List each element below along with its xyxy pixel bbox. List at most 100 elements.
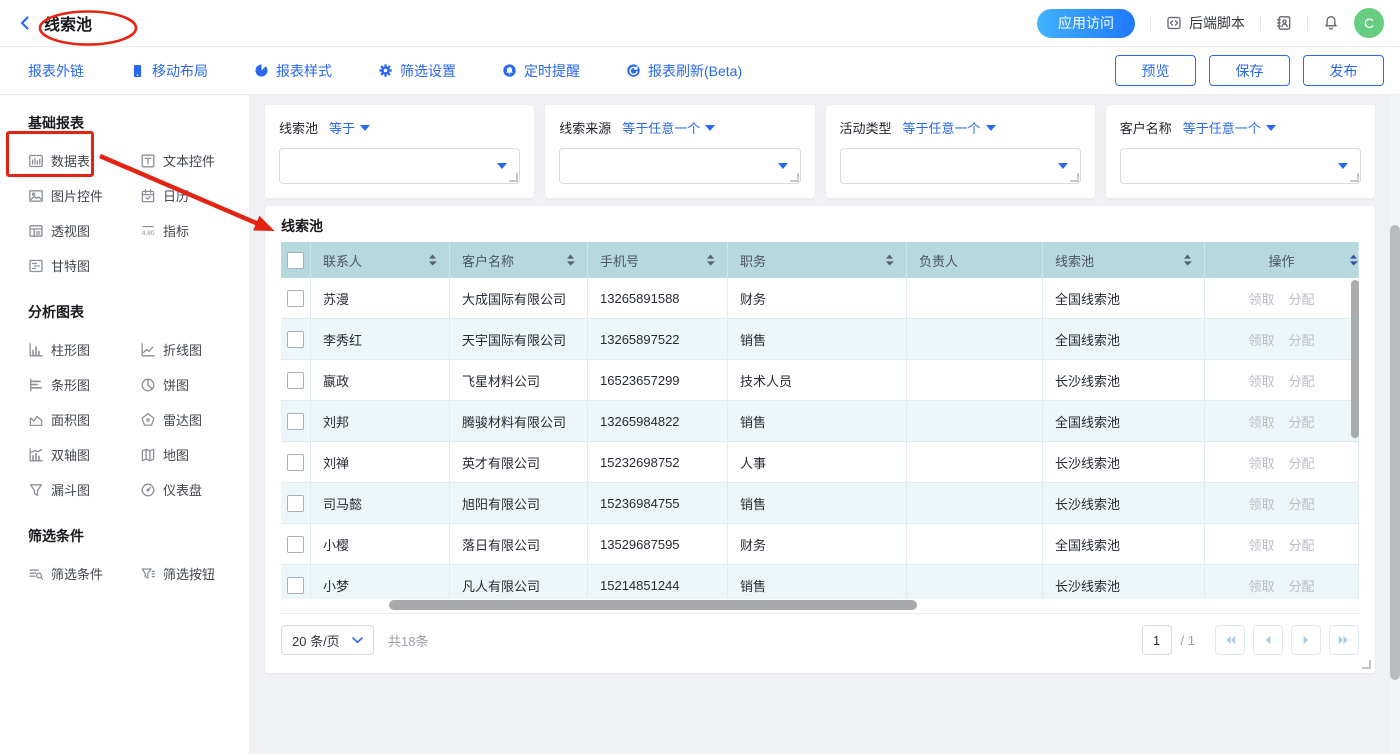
assign-link[interactable]: 分配 <box>1289 453 1315 472</box>
first-page-button[interactable] <box>1215 625 1245 655</box>
row-checkbox[interactable] <box>287 577 304 594</box>
row-checkbox[interactable] <box>287 290 304 307</box>
back-icon[interactable] <box>16 14 34 32</box>
data-table-widget[interactable]: 线索池 联系人客户名称手机号职务负责人线索池操作 苏漫大成国际有限公司13265… <box>265 206 1375 673</box>
sidebar-item-funnel-chart[interactable]: 漏斗图 <box>28 480 140 499</box>
claim-link[interactable]: 领取 <box>1248 535 1274 554</box>
select-all-checkbox[interactable] <box>287 252 304 269</box>
sort-icon[interactable] <box>1183 254 1192 266</box>
claim-link[interactable]: 领取 <box>1248 453 1274 472</box>
filter-value-select[interactable] <box>840 148 1081 184</box>
claim-link[interactable]: 领取 <box>1248 371 1274 390</box>
canvas-scrollbar[interactable] <box>1390 225 1400 680</box>
row-checkbox[interactable] <box>287 331 304 348</box>
sidebar-item-metric[interactable]: 4,80指标 <box>140 221 249 240</box>
toolbar-tab-4[interactable]: 筛选设置 <box>378 61 456 81</box>
sidebar-item-text-widget[interactable]: 文本控件 <box>140 151 249 170</box>
save-button[interactable]: 保存 <box>1209 55 1290 86</box>
sort-icon[interactable] <box>706 254 715 266</box>
filter-widget[interactable]: 线索池 等于 <box>265 105 534 198</box>
toolbar-tab-5[interactable]: 定时提醒 <box>502 61 580 81</box>
filter-value-select[interactable] <box>1120 148 1361 184</box>
sidebar-item-calendar[interactable]: 日历 <box>140 186 249 205</box>
page-size-select[interactable]: 20 条/页 <box>281 625 374 655</box>
current-page-input[interactable]: 1 <box>1142 625 1172 655</box>
avatar[interactable]: C <box>1354 8 1384 38</box>
sort-icon[interactable] <box>1349 254 1358 266</box>
assign-link[interactable]: 分配 <box>1289 289 1315 308</box>
claim-link[interactable]: 领取 <box>1248 289 1274 308</box>
resize-handle[interactable] <box>1350 173 1359 182</box>
row-checkbox[interactable] <box>287 413 304 430</box>
sidebar-item-map[interactable]: 地图 <box>140 445 249 464</box>
resize-handle[interactable] <box>1362 660 1371 669</box>
sidebar-item-filter-condition[interactable]: 筛选条件 <box>28 564 140 583</box>
column-header-4[interactable]: 职务 <box>728 242 907 278</box>
assign-link[interactable]: 分配 <box>1289 371 1315 390</box>
sidebar-item-bar-chart[interactable]: 条形图 <box>28 375 140 394</box>
sidebar-item-column-chart[interactable]: 柱形图 <box>28 340 140 359</box>
toolbar-tab-6[interactable]: 报表刷新(Beta) <box>626 61 742 81</box>
sidebar-item-gauge[interactable]: 仪表盘 <box>140 480 249 499</box>
column-header-6[interactable]: 线索池 <box>1043 242 1205 278</box>
column-header-3[interactable]: 手机号 <box>588 242 728 278</box>
sidebar-item-area-chart[interactable]: 面积图 <box>28 410 140 429</box>
contacts-icon[interactable] <box>1276 15 1292 31</box>
sidebar-item-dual-axis[interactable]: 双轴图 <box>28 445 140 464</box>
sort-icon[interactable] <box>428 254 437 266</box>
assign-link[interactable]: 分配 <box>1289 576 1315 595</box>
filter-operator-dropdown[interactable]: 等于 <box>329 118 370 137</box>
bell-icon[interactable] <box>1323 15 1339 31</box>
publish-button[interactable]: 发布 <box>1303 55 1384 86</box>
row-checkbox[interactable] <box>287 536 304 553</box>
column-header-1[interactable]: 联系人 <box>311 242 450 278</box>
filter-widget[interactable]: 活动类型 等于任意一个 <box>826 105 1095 198</box>
row-checkbox[interactable] <box>287 454 304 471</box>
filter-operator-dropdown[interactable]: 等于任意一个 <box>1183 118 1276 137</box>
row-checkbox[interactable] <box>287 372 304 389</box>
filter-operator-dropdown[interactable]: 等于任意一个 <box>622 118 715 137</box>
app-access-button[interactable]: 应用访问 <box>1037 9 1135 38</box>
resize-handle[interactable] <box>509 173 518 182</box>
sort-icon[interactable] <box>566 254 575 266</box>
assign-link[interactable]: 分配 <box>1289 330 1315 349</box>
assign-link[interactable]: 分配 <box>1289 412 1315 431</box>
sidebar-item-gantt[interactable]: 甘特图 <box>28 256 140 275</box>
row-checkbox[interactable] <box>287 495 304 512</box>
filter-widget[interactable]: 客户名称 等于任意一个 <box>1106 105 1375 198</box>
sidebar-item-line-chart[interactable]: 折线图 <box>140 340 249 359</box>
column-header-5[interactable]: 负责人 <box>907 242 1043 278</box>
column-header-7[interactable]: 操作 <box>1205 242 1359 278</box>
column-header-2[interactable]: 客户名称 <box>450 242 588 278</box>
sidebar-item-pie-chart[interactable]: 饼图 <box>140 375 249 394</box>
toolbar-tab-1[interactable]: 报表外链 <box>28 61 84 81</box>
sidebar-item-radar-chart[interactable]: 雷达图 <box>140 410 249 429</box>
filter-widget[interactable]: 线索来源 等于任意一个 <box>545 105 814 198</box>
claim-link[interactable]: 领取 <box>1248 576 1274 595</box>
assign-link[interactable]: 分配 <box>1289 494 1315 513</box>
sidebar-item-data-table[interactable]: 数据表 <box>28 151 140 170</box>
resize-handle[interactable] <box>1070 173 1079 182</box>
assign-link[interactable]: 分配 <box>1289 535 1315 554</box>
resize-handle[interactable] <box>790 173 799 182</box>
sidebar-item-filter-button[interactable]: 筛选按钮 <box>140 564 249 583</box>
toolbar-tab-2[interactable]: 移动布局 <box>130 61 208 81</box>
sort-icon[interactable] <box>885 254 894 266</box>
table-header-row: 联系人客户名称手机号职务负责人线索池操作 <box>281 242 1359 278</box>
sidebar-item-pivot[interactable]: 透视图 <box>28 221 140 240</box>
claim-link[interactable]: 领取 <box>1248 330 1274 349</box>
toolbar-tab-3[interactable]: 报表样式 <box>254 61 332 81</box>
preview-button[interactable]: 预览 <box>1115 55 1196 86</box>
table-vertical-scrollbar[interactable] <box>1351 280 1359 438</box>
table-horizontal-scrollbar[interactable] <box>389 600 917 610</box>
backend-script-button[interactable]: 后端脚本 <box>1166 13 1245 33</box>
prev-page-button[interactable] <box>1253 625 1283 655</box>
last-page-button[interactable] <box>1329 625 1359 655</box>
claim-link[interactable]: 领取 <box>1248 412 1274 431</box>
filter-value-select[interactable] <box>279 148 520 184</box>
next-page-button[interactable] <box>1291 625 1321 655</box>
sidebar-item-image-widget[interactable]: 图片控件 <box>28 186 140 205</box>
filter-operator-dropdown[interactable]: 等于任意一个 <box>903 118 996 137</box>
claim-link[interactable]: 领取 <box>1248 494 1274 513</box>
filter-value-select[interactable] <box>559 148 800 184</box>
